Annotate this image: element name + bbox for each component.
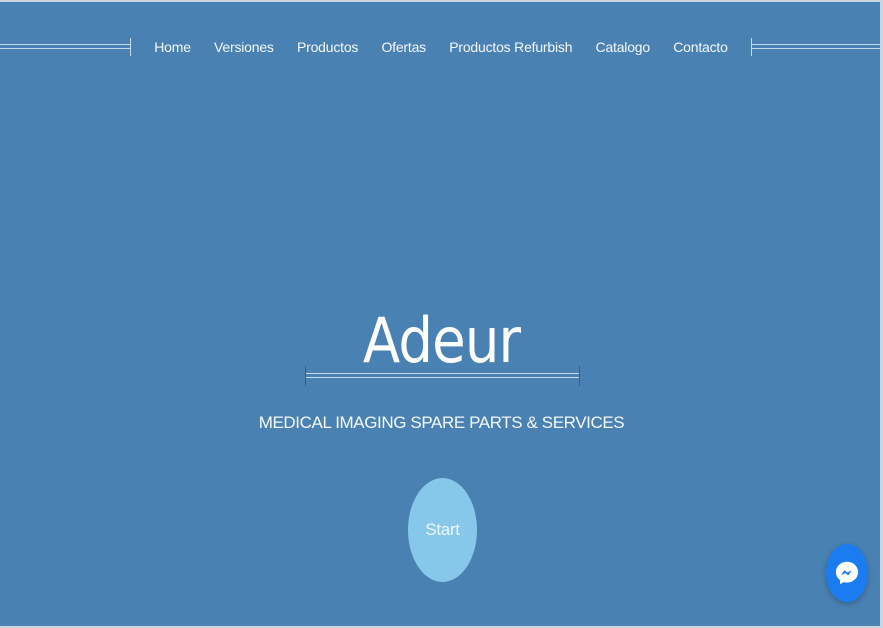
nav-decor-line-left — [0, 44, 130, 49]
nav-item-contacto[interactable]: Contacto — [673, 39, 728, 55]
nav-item-ofertas[interactable]: Ofertas — [381, 39, 426, 55]
main-navigation: Home Versiones Productos Ofertas Product… — [0, 30, 883, 64]
messenger-chat-button[interactable] — [826, 544, 868, 602]
window-top-border — [0, 0, 883, 2]
start-button-label: Start — [425, 520, 460, 539]
messenger-icon — [835, 561, 859, 585]
title-divider — [305, 366, 580, 386]
start-button[interactable]: Start — [408, 478, 477, 582]
nav-item-catalogo[interactable]: Catalogo — [596, 39, 651, 55]
title-divider-tick-right — [579, 366, 580, 386]
title-divider-tick-left — [305, 366, 306, 386]
nav-item-home[interactable]: Home — [154, 39, 191, 55]
nav-menu: Home Versiones Productos Ofertas Product… — [131, 30, 751, 64]
nav-item-versiones[interactable]: Versiones — [214, 39, 274, 55]
nav-item-productos-refurbish[interactable]: Productos Refurbish — [449, 39, 572, 55]
nav-item-productos[interactable]: Productos — [297, 39, 358, 55]
title-divider-bar — [305, 373, 580, 378]
nav-decor-line-right — [752, 44, 880, 49]
site-tagline: MEDICAL IMAGING SPARE PARTS & SERVICES — [258, 413, 625, 432]
